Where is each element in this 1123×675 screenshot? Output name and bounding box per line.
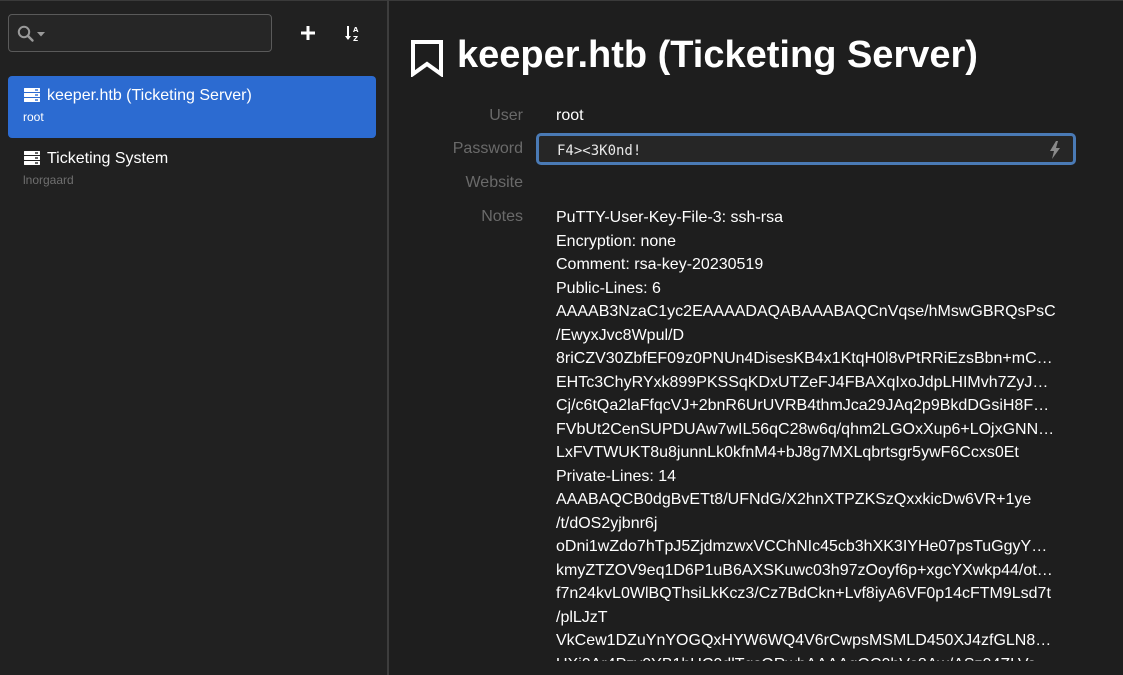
- notes-line: UXi0Ar4Pzv0YB1hUC0dlTqsQRwbAAAAgQC0hVs8A…: [556, 653, 1056, 662]
- notes-line: FVbUt2CenSUPDUAw7wIL56qC28w6q/qhm2LGOxXu…: [556, 420, 1056, 438]
- search-field[interactable]: [8, 14, 272, 52]
- notes-line: f7n24kvL0WlBQThsiLkKcz3/Cz7BdCkn+Lvf8iyA…: [556, 585, 1051, 602]
- website-label: Website: [465, 174, 523, 191]
- entry-title: keeper.htb (Ticketing Server): [47, 87, 252, 104]
- entry-detail-pane: keeper.htb (Ticketing Server) User root …: [389, 1, 1123, 675]
- notes-line: AAAAB3NzaC1yc2EAAAADAQABAAABAQCnVqse/hMs…: [556, 303, 1056, 320]
- notes-line: /t/dOS2yjbnr6j: [556, 514, 658, 532]
- notes-line: oDni1wZdo7hTpJ5ZjdmzwxVCChNIc45cb3hXK3IY…: [556, 538, 1056, 555]
- password-label: Password: [452, 140, 523, 157]
- server-icon: [24, 88, 40, 102]
- password-field[interactable]: [536, 133, 1076, 165]
- entry-username: lnorgaard: [23, 173, 74, 187]
- svg-text:Z: Z: [353, 35, 358, 42]
- user-label: User: [489, 107, 523, 124]
- notes-line: Cj/c6tQa2laFfqcVJ+2bnR6UrUVRB4thmJca29JA…: [556, 397, 1056, 414]
- svg-text:A: A: [353, 26, 359, 34]
- notes-line: 8riCZV30ZbfEF09z0PNUn4DisesKB4x1KtqH0l8v…: [556, 350, 1056, 367]
- notes-label: Notes: [481, 208, 523, 225]
- sort-button[interactable]: A Z: [343, 23, 363, 43]
- notes-line: /EwyxJvc8Wpul/D: [556, 326, 685, 344]
- notes-line: PuTTY-User-Key-File-3: ssh-rsa: [556, 209, 784, 226]
- entry-title: Ticketing System: [47, 150, 169, 167]
- entry-list-sidebar: A Z keeper.htb (Ticketing Server) root T…: [0, 1, 387, 675]
- entry-username: root: [23, 110, 44, 124]
- entry-item-keeper[interactable]: keeper.htb (Ticketing Server) root: [8, 76, 376, 138]
- entry-detail-title: keeper.htb (Ticketing Server): [457, 34, 978, 76]
- entry-item-ticketing-system[interactable]: Ticketing System lnorgaard: [8, 139, 376, 201]
- search-icon[interactable]: [17, 25, 51, 43]
- notes-line: /plLJzT: [556, 608, 608, 626]
- password-generator-icon[interactable]: [1049, 141, 1061, 159]
- bookmark-icon: [411, 40, 443, 77]
- notes-line: AAABAQCB0dgBvETt8/UFNdG/X2hnXTPZKSzQxxki…: [556, 491, 1032, 508]
- notes-line: Comment: rsa-key-20230519: [556, 256, 764, 273]
- notes-line: LxFVTWUKT8u8junnLk0kfnM4+bJ8g7MXLqbrtsgr…: [556, 444, 1019, 461]
- password-input[interactable]: [555, 139, 1029, 163]
- notes-line: Public-Lines: 6: [556, 279, 661, 297]
- user-value[interactable]: root: [556, 107, 584, 125]
- plus-icon: [301, 26, 315, 40]
- add-entry-button[interactable]: [298, 23, 318, 43]
- notes-line: kmyZTZOV9eq1D6P1uB6AXSKuwc03h97zOoyf6p+x…: [556, 561, 1056, 579]
- notes-content[interactable]: PuTTY-User-Key-File-3: ssh-rsa Encryptio…: [556, 206, 1056, 661]
- notes-line: Encryption: none: [556, 232, 677, 250]
- server-icon: [24, 151, 40, 165]
- notes-line: Private-Lines: 14: [556, 467, 677, 485]
- search-input[interactable]: [53, 19, 267, 49]
- sort-az-icon: A Z: [345, 26, 359, 42]
- notes-line: VkCew1DZuYnYOGQxHYW6WQ4V6rCwpsMSMLD450XJ…: [556, 632, 1056, 649]
- notes-line: EHTc3ChyRYxk899PKSSqKDxUTZeFJ4FBAXqIxoJd…: [556, 373, 1056, 391]
